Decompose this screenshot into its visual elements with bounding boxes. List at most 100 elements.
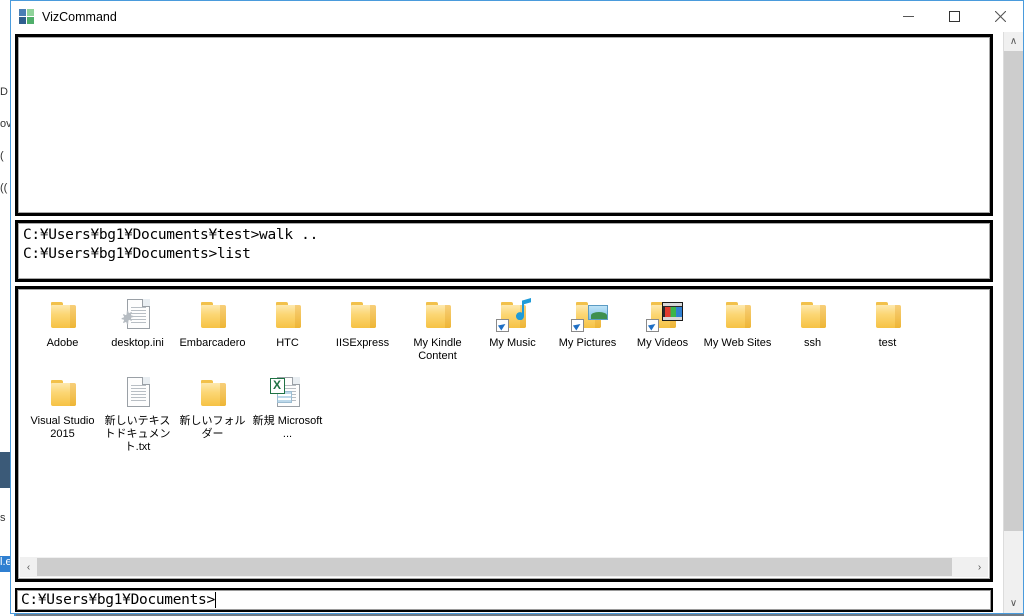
file-item-label: My Pictures [558, 337, 617, 349]
file-item[interactable]: My Kindle Content [400, 296, 475, 368]
file-list-inner: Adobe desktop.ini Embarcadero HTC IISExpress… [18, 289, 990, 579]
file-item[interactable]: My Web Sites [700, 296, 775, 368]
folder-icon [43, 296, 83, 334]
window-controls [885, 1, 1023, 32]
title-bar-left: VizCommand [11, 8, 117, 25]
file-item[interactable]: Adobe [25, 296, 100, 368]
file-item-label: My Videos [636, 337, 689, 349]
scroll-right-arrow-icon[interactable]: › [971, 558, 988, 576]
folder-icon [43, 374, 83, 412]
command-output-inner [18, 37, 990, 213]
file-item[interactable]: desktop.ini [100, 296, 175, 368]
vertical-scroll-track-lower[interactable] [1004, 531, 1023, 594]
window-title: VizCommand [42, 9, 117, 24]
file-item[interactable]: ssh [775, 296, 850, 368]
background-text-fragment: (( [0, 182, 8, 194]
excel-badge-icon: X [269, 378, 285, 394]
folder-shape [200, 380, 226, 406]
command-history-inner: C:¥Users¥bg1¥Documents¥test>walk .. C:¥U… [18, 223, 990, 279]
file-item-label: My Kindle Content [413, 337, 462, 362]
folder-shape [425, 302, 451, 328]
folder-shape [275, 302, 301, 328]
scroll-up-arrow-icon[interactable]: ∧ [1004, 32, 1023, 51]
minimize-button[interactable] [885, 1, 931, 32]
background-text-fragment: D [0, 86, 8, 98]
folder-shape [50, 380, 76, 406]
main-vertical-scrollbar[interactable]: ∧ ∨ [1003, 32, 1023, 613]
scroll-left-arrow-icon[interactable]: ‹ [20, 558, 37, 576]
close-button[interactable] [977, 1, 1023, 32]
file-grid: Adobe desktop.ini Embarcadero HTC IISExpress… [19, 290, 989, 460]
file-item[interactable]: test [850, 296, 925, 368]
file-list-horizontal-scrollbar[interactable]: ‹ › [20, 557, 988, 577]
file-item-label: 新規 Microsoft ... [252, 415, 323, 440]
folder-shape [200, 302, 226, 328]
command-history-pane[interactable]: C:¥Users¥bg1¥Documents¥test>walk .. C:¥U… [15, 220, 993, 282]
maximize-icon [948, 11, 960, 22]
file-item-label: IISExpress [335, 337, 390, 349]
file-item-label: 新しいフォルダー [179, 415, 246, 440]
picture-icon [587, 305, 608, 320]
close-icon [994, 11, 1006, 22]
shortcut-arrow-icon [645, 319, 659, 332]
document-shape [126, 377, 150, 407]
file-item-label: My Music [489, 337, 536, 349]
folder-icon [793, 296, 833, 334]
video-icon [661, 302, 683, 321]
file-item-label: HTC [276, 337, 299, 349]
file-item[interactable]: 新しいテキストドキュメント.txt [100, 374, 175, 454]
folder-icon [193, 374, 233, 412]
file-item-label: test [878, 337, 897, 349]
horizontal-scroll-thumb[interactable] [37, 558, 953, 576]
vizcommand-icon [19, 8, 35, 25]
folder-shape [725, 302, 751, 328]
maximize-button[interactable] [931, 1, 977, 32]
content-column: C:¥Users¥bg1¥Documents¥test>walk .. C:¥U… [11, 32, 1003, 613]
shortcut-arrow-icon [570, 319, 584, 332]
title-bar[interactable]: VizCommand [11, 1, 1023, 32]
file-item[interactable]: IISExpress [325, 296, 400, 368]
folder-icon [268, 296, 308, 334]
command-prompt-label: C:¥Users¥bg1¥Documents> [21, 592, 215, 608]
minimize-icon [902, 16, 914, 17]
text-caret [214, 592, 216, 608]
text-file-icon [118, 374, 158, 412]
file-item[interactable]: Embarcadero [175, 296, 250, 368]
folder-shape [350, 302, 376, 328]
file-item[interactable]: Visual Studio 2015 [25, 374, 100, 454]
folder-icon [193, 296, 233, 334]
file-item[interactable]: 新しいフォルダー [175, 374, 250, 454]
command-input-inner[interactable]: C:¥Users¥bg1¥Documents> [17, 590, 991, 610]
ini-file-icon [118, 296, 158, 334]
videos-folder-icon [643, 296, 683, 334]
music-note-icon [515, 298, 532, 321]
command-history-text: C:¥Users¥bg1¥Documents¥test>walk .. C:¥U… [23, 227, 319, 262]
shortcut-arrow-icon [495, 319, 509, 332]
file-item[interactable]: HTC [250, 296, 325, 368]
command-input-line[interactable]: C:¥Users¥bg1¥Documents> [15, 588, 993, 612]
window-body: C:¥Users¥bg1¥Documents¥test>walk .. C:¥U… [11, 32, 1023, 613]
folder-shape [875, 302, 901, 328]
folder-icon [718, 296, 758, 334]
file-list-pane[interactable]: Adobe desktop.ini Embarcadero HTC IISExpress… [15, 286, 993, 582]
file-item-label: Adobe [46, 337, 79, 349]
file-item[interactable]: X 新規 Microsoft ... [250, 374, 325, 454]
music-folder-icon [493, 296, 533, 334]
horizontal-scroll-track[interactable] [37, 558, 971, 576]
excel-file-icon: X [268, 374, 308, 412]
file-item[interactable]: My Music [475, 296, 550, 368]
file-item-label: ssh [803, 337, 822, 349]
gear-icon [120, 310, 135, 325]
file-item[interactable]: My Pictures [550, 296, 625, 368]
folder-shape [50, 302, 76, 328]
command-output-pane[interactable] [15, 34, 993, 216]
background-text-fragment: ( [0, 150, 4, 162]
vizcommand-window: VizCommand C:¥Users¥bg1¥Documents¥test>w… [10, 0, 1024, 614]
file-item-label: Visual Studio 2015 [30, 415, 95, 440]
vertical-scroll-thumb[interactable] [1004, 51, 1023, 531]
scroll-down-arrow-icon[interactable]: ∨ [1004, 594, 1023, 613]
file-item[interactable]: My Videos [625, 296, 700, 368]
folder-icon [868, 296, 908, 334]
pictures-folder-icon [568, 296, 608, 334]
file-item-label: My Web Sites [703, 337, 772, 349]
